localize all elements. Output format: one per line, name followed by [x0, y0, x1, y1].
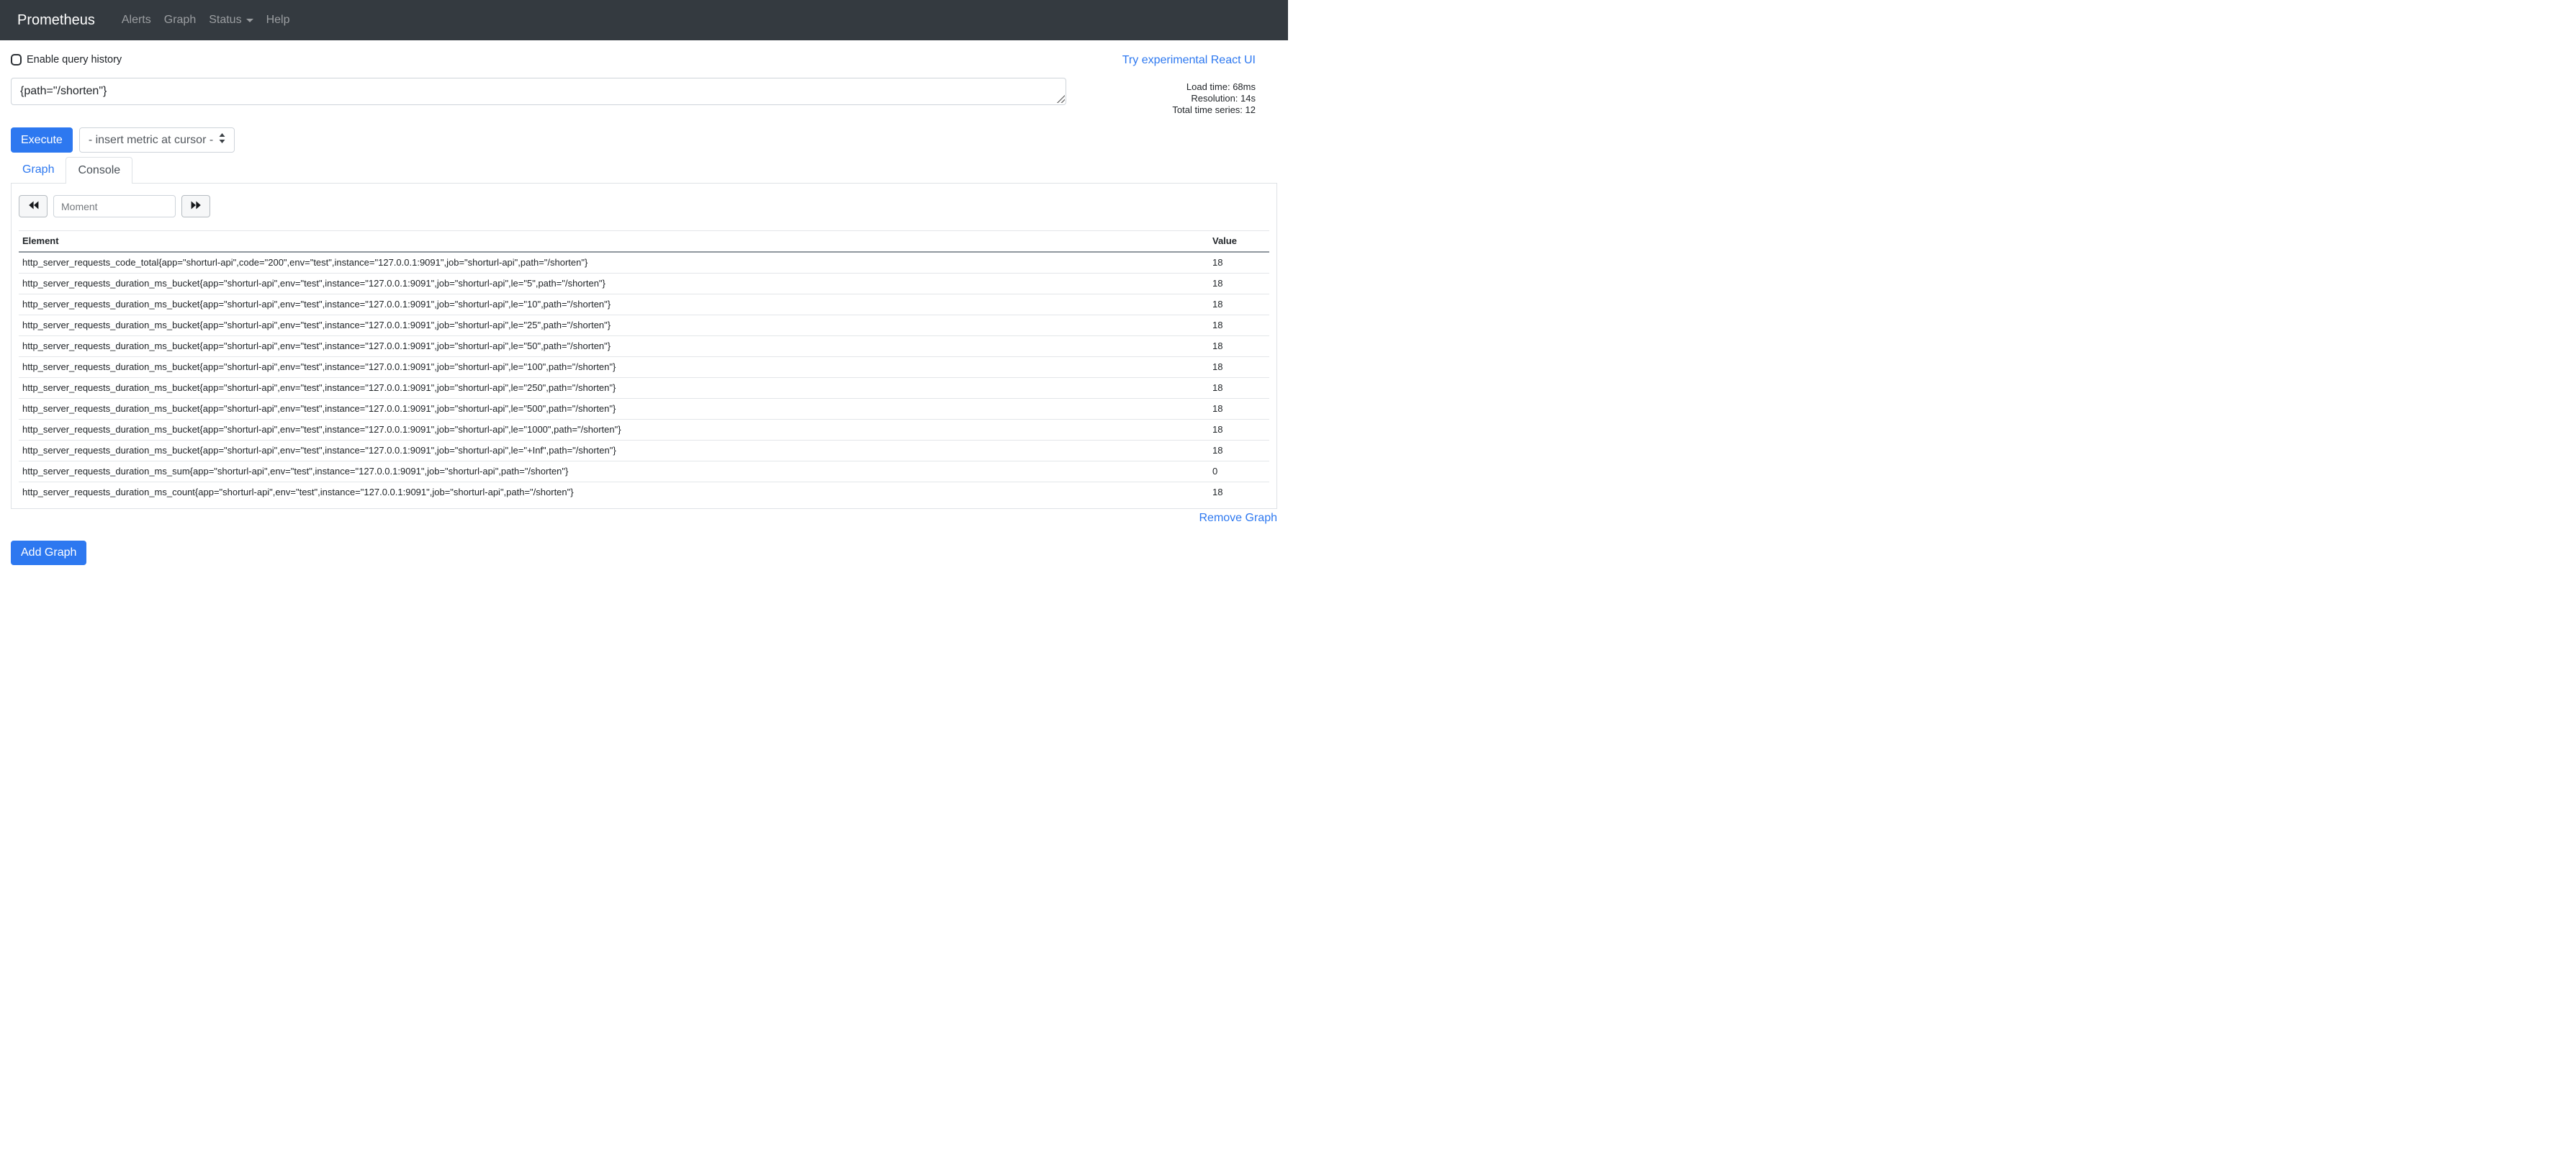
element-cell: http_server_requests_duration_ms_bucket{…	[19, 336, 1209, 357]
table-row: http_server_requests_duration_ms_sum{app…	[19, 461, 1269, 482]
value-cell: 18	[1209, 252, 1269, 274]
value-cell: 18	[1209, 399, 1269, 420]
insert-metric-select-label: - insert metric at cursor -	[89, 134, 213, 147]
table-row: http_server_requests_duration_ms_count{a…	[19, 482, 1269, 503]
console-table-header-row: Element Value	[19, 231, 1269, 253]
value-cell: 18	[1209, 420, 1269, 441]
value-cell: 0	[1209, 461, 1269, 482]
table-row: http_server_requests_duration_ms_bucket{…	[19, 336, 1269, 357]
console-table: Element Value http_server_requests_code_…	[19, 230, 1269, 502]
query-stats: Load time: 68ms Resolution: 14s Total ti…	[1066, 81, 1277, 116]
value-cell: 18	[1209, 294, 1269, 315]
insert-metric-select[interactable]: - insert metric at cursor -	[79, 127, 235, 153]
nav-item-help[interactable]: Help	[260, 8, 297, 32]
value-cell: 18	[1209, 336, 1269, 357]
table-row: http_server_requests_duration_ms_bucket{…	[19, 399, 1269, 420]
value-cell: 18	[1209, 441, 1269, 461]
remove-graph-row: Remove Graph	[11, 512, 1277, 525]
element-cell: http_server_requests_duration_ms_bucket{…	[19, 357, 1209, 378]
table-row: http_server_requests_duration_ms_bucket{…	[19, 420, 1269, 441]
tab-graph[interactable]: Graph	[11, 157, 66, 183]
select-arrows-icon	[219, 133, 225, 147]
element-cell: http_server_requests_duration_ms_bucket{…	[19, 399, 1209, 420]
table-row: http_server_requests_duration_ms_bucket{…	[19, 294, 1269, 315]
execute-row: Execute - insert metric at cursor -	[11, 127, 1277, 153]
tab-console[interactable]: Console	[66, 157, 132, 184]
element-cell: http_server_requests_duration_ms_bucket{…	[19, 420, 1209, 441]
fast-forward-icon	[191, 201, 202, 212]
table-row: http_server_requests_duration_ms_bucket{…	[19, 378, 1269, 399]
moment-input[interactable]	[53, 195, 176, 217]
console-table-body: http_server_requests_code_total{app="sho…	[19, 252, 1269, 502]
expression-input-wrap: {path="/shorten"}	[11, 78, 1066, 105]
element-cell: http_server_requests_duration_ms_count{a…	[19, 482, 1209, 503]
value-cell: 18	[1209, 482, 1269, 503]
nav-item-status-label: Status	[209, 14, 241, 27]
moment-forward-button[interactable]	[181, 195, 210, 217]
topbar-row: Enable query history Try experimental Re…	[11, 54, 1277, 67]
load-time: Load time: 68ms	[1066, 81, 1256, 93]
nav-item-graph[interactable]: Graph	[158, 8, 202, 32]
react-ui-link[interactable]: Try experimental React UI	[1122, 54, 1277, 67]
element-cell: http_server_requests_duration_ms_bucket{…	[19, 441, 1209, 461]
value-cell: 18	[1209, 378, 1269, 399]
navbar: Prometheus Alerts Graph Status Help	[0, 0, 1288, 40]
enable-query-history-checkbox[interactable]	[11, 54, 22, 66]
query-row: {path="/shorten"} Load time: 68ms Resolu…	[11, 78, 1277, 116]
value-cell: 18	[1209, 315, 1269, 336]
moment-row	[19, 195, 1269, 217]
table-row: http_server_requests_duration_ms_bucket{…	[19, 357, 1269, 378]
console-panel: Element Value http_server_requests_code_…	[11, 184, 1277, 509]
value-cell: 18	[1209, 274, 1269, 294]
element-cell: http_server_requests_duration_ms_bucket{…	[19, 315, 1209, 336]
caret-down-icon	[246, 19, 253, 22]
element-cell: http_server_requests_code_total{app="sho…	[19, 252, 1209, 274]
resolution: Resolution: 14s	[1066, 93, 1256, 104]
element-cell: http_server_requests_duration_ms_bucket{…	[19, 294, 1209, 315]
value-column-header: Value	[1209, 231, 1269, 253]
total-time-series: Total time series: 12	[1066, 104, 1256, 116]
panel-tabs: Graph Console	[11, 157, 1277, 184]
add-graph-button[interactable]: Add Graph	[11, 541, 86, 565]
table-row: http_server_requests_code_total{app="sho…	[19, 252, 1269, 274]
element-cell: http_server_requests_duration_ms_sum{app…	[19, 461, 1209, 482]
enable-query-history-label: Enable query history	[27, 54, 122, 66]
moment-back-button[interactable]	[19, 195, 48, 217]
fast-backward-icon	[28, 201, 39, 212]
execute-button[interactable]: Execute	[11, 127, 73, 153]
value-cell: 18	[1209, 357, 1269, 378]
expression-input[interactable]: {path="/shorten"}	[11, 78, 1066, 105]
nav-item-status[interactable]: Status	[202, 8, 259, 32]
enable-query-history[interactable]: Enable query history	[11, 54, 122, 66]
table-row: http_server_requests_duration_ms_bucket{…	[19, 315, 1269, 336]
element-cell: http_server_requests_duration_ms_bucket{…	[19, 274, 1209, 294]
brand-prometheus[interactable]: Prometheus	[17, 12, 95, 29]
table-row: http_server_requests_duration_ms_bucket{…	[19, 274, 1269, 294]
nav-item-alerts[interactable]: Alerts	[115, 8, 158, 32]
main-content: Enable query history Try experimental Re…	[0, 54, 1288, 565]
element-column-header: Element	[19, 231, 1209, 253]
remove-graph-link[interactable]: Remove Graph	[1199, 512, 1278, 524]
element-cell: http_server_requests_duration_ms_bucket{…	[19, 378, 1209, 399]
table-row: http_server_requests_duration_ms_bucket{…	[19, 441, 1269, 461]
